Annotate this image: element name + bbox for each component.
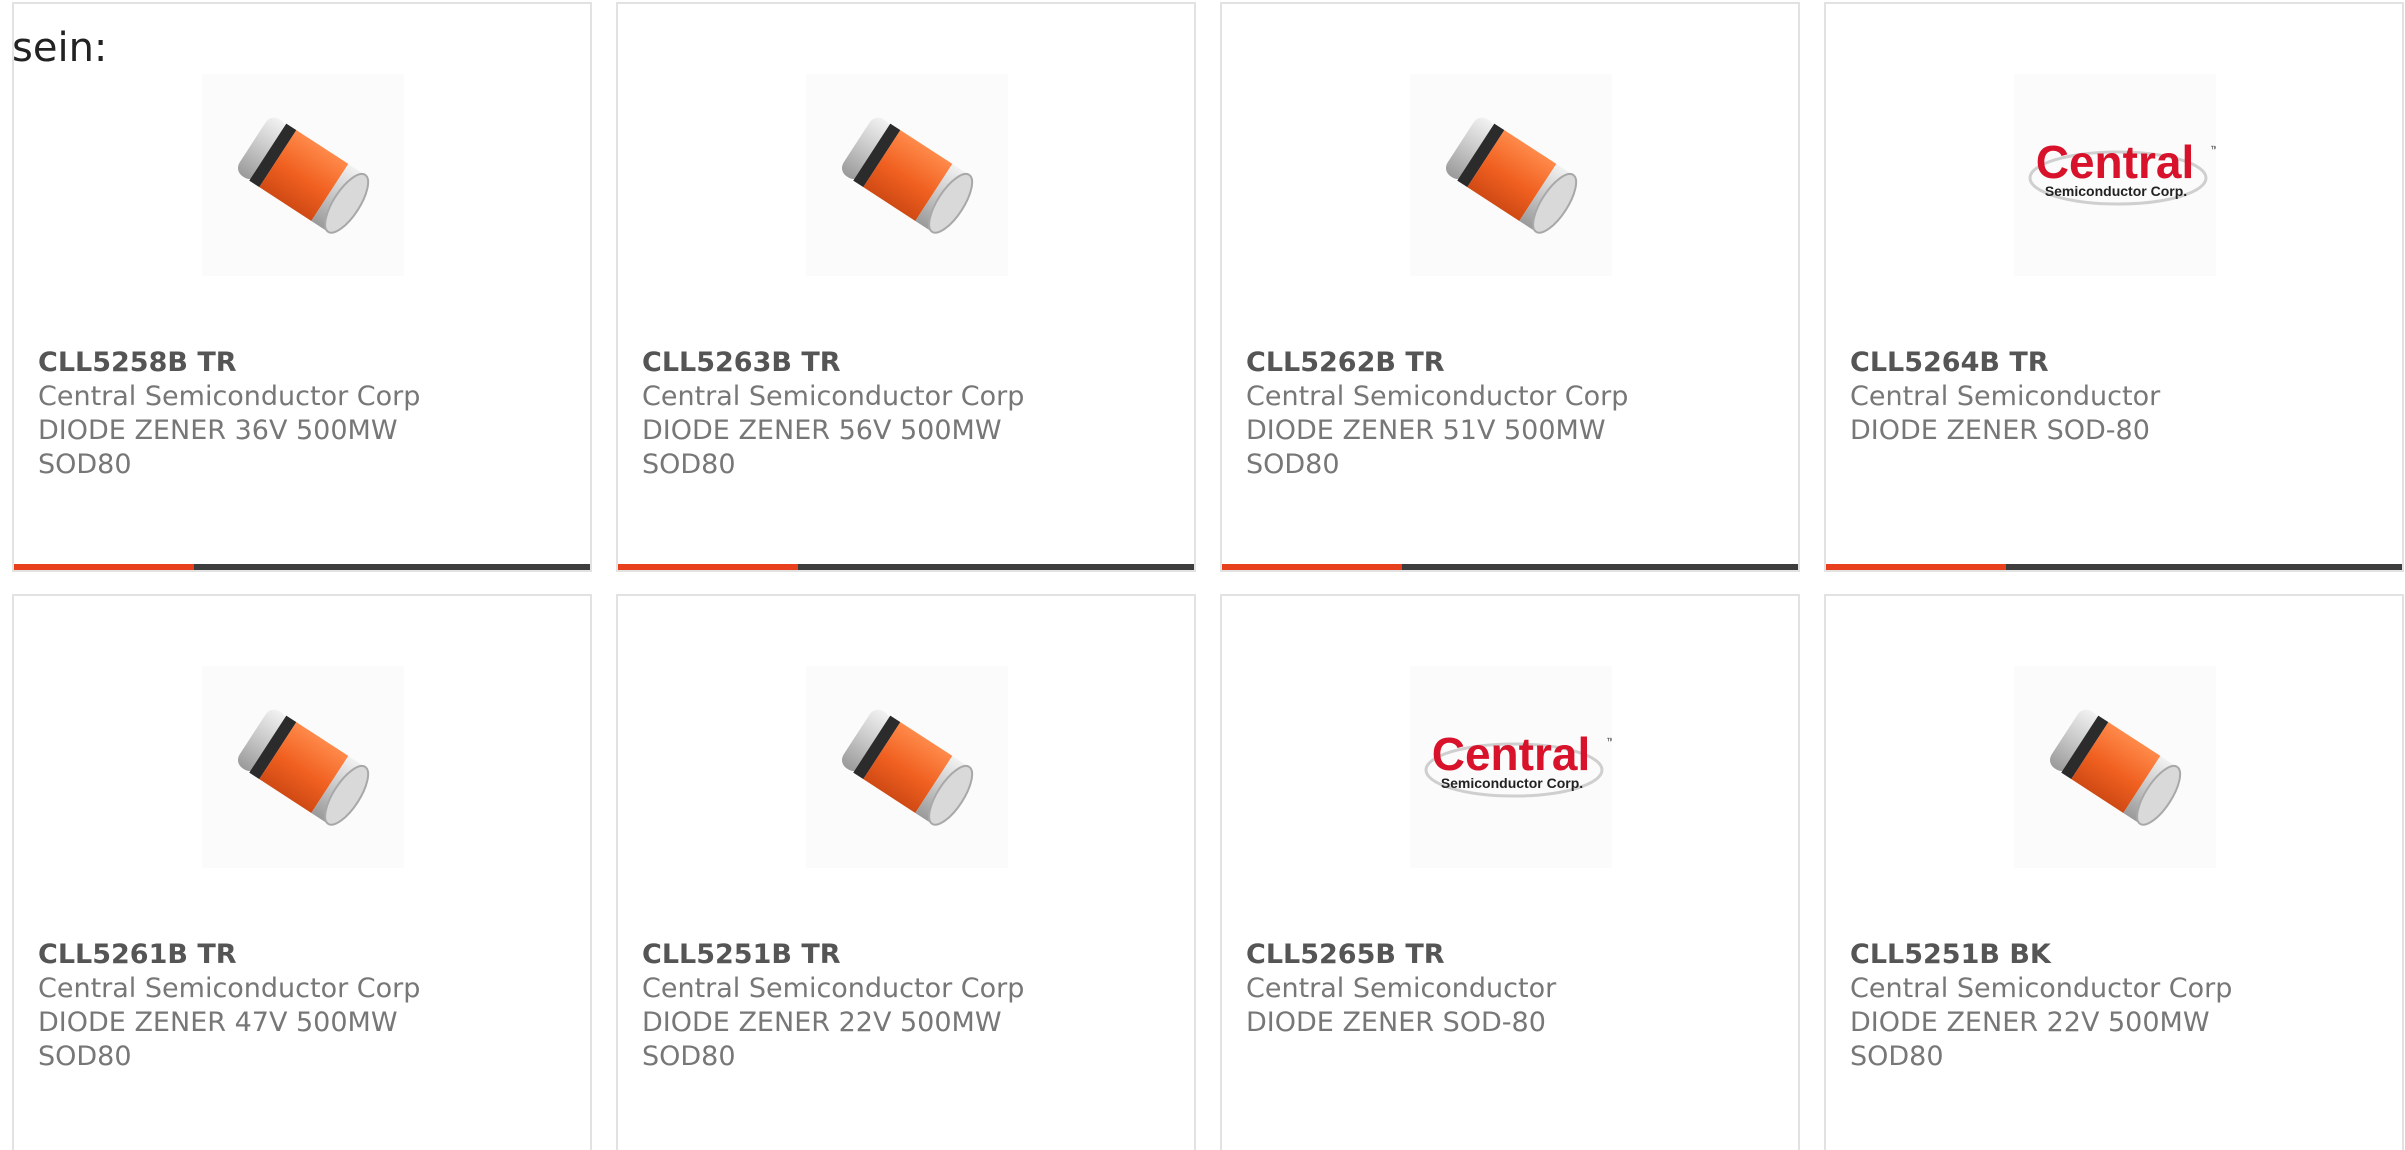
part-number[interactable]: CLL5251B BK	[1850, 938, 2378, 972]
description: DIODE ZENER 22V 500MW SOD80	[642, 1007, 1002, 1072]
svg-text:™: ™	[1606, 736, 1612, 746]
part-number[interactable]: CLL5265B TR	[1246, 938, 1774, 972]
section-heading: sein:	[12, 25, 108, 71]
description: DIODE ZENER 22V 500MW SOD80	[1850, 1007, 2210, 1072]
central-logo: Central ™ Semiconductor Corp.	[2028, 136, 2216, 206]
product-image[interactable]	[1410, 74, 1612, 276]
manufacturer: Central Semiconductor Corp	[642, 381, 1025, 412]
product-card[interactable]: CLL5263B TR Central Semiconductor Corp D…	[616, 2, 1196, 572]
zener-diode-image	[1445, 117, 1578, 234]
card-bottom-bar	[14, 564, 590, 570]
product-info: CLL5264B TR Central Semiconductor DIODE …	[1850, 346, 2378, 448]
product-image[interactable]	[2014, 666, 2216, 868]
manufacturer: Central Semiconductor	[1850, 381, 2161, 412]
part-number[interactable]: CLL5261B TR	[38, 938, 566, 972]
product-image[interactable]	[806, 74, 1008, 276]
product-image[interactable]	[202, 666, 404, 868]
product-info: CLL5265B TR Central Semiconductor DIODE …	[1246, 938, 1774, 1040]
product-image[interactable]	[202, 74, 404, 276]
svg-text:Central: Central	[2036, 136, 2194, 188]
product-card[interactable]: Central ™ Semiconductor Corp. CLL5264B TR …	[1824, 2, 2404, 572]
manufacturer: Central Semiconductor Corp	[642, 973, 1025, 1004]
manufacturer: Central Semiconductor Corp	[38, 973, 421, 1004]
card-bar-accent	[618, 564, 798, 570]
card-bottom-bar	[618, 564, 1194, 570]
zener-diode-image	[841, 709, 974, 826]
part-number[interactable]: CLL5251B TR	[642, 938, 1170, 972]
central-logo: Central ™ Semiconductor Corp.	[1424, 728, 1612, 798]
zener-diode-image	[237, 117, 370, 234]
product-info: CLL5262B TR Central Semiconductor Corp D…	[1246, 346, 1774, 482]
part-number[interactable]: CLL5264B TR	[1850, 346, 2378, 380]
product-card[interactable]: CLL5258B TR Central Semiconductor Corp D…	[12, 2, 592, 572]
zener-diode-image	[237, 709, 370, 826]
manufacturer: Central Semiconductor Corp	[1246, 381, 1629, 412]
svg-text:Semiconductor Corp.: Semiconductor Corp.	[1441, 775, 1583, 791]
card-bar-accent	[1222, 564, 1402, 570]
description: DIODE ZENER 36V 500MW SOD80	[38, 415, 398, 480]
product-image[interactable]: Central ™ Semiconductor Corp.	[2014, 74, 2216, 276]
svg-text:Semiconductor Corp.: Semiconductor Corp.	[2045, 183, 2187, 199]
description: DIODE ZENER SOD-80	[1246, 1007, 1546, 1038]
description: DIODE ZENER SOD-80	[1850, 415, 2150, 446]
part-number[interactable]: CLL5258B TR	[38, 346, 566, 380]
description: DIODE ZENER 47V 500MW SOD80	[38, 1007, 398, 1072]
svg-text:™: ™	[2210, 144, 2216, 154]
zener-diode-image	[2049, 709, 2182, 826]
product-info: CLL5258B TR Central Semiconductor Corp D…	[38, 346, 566, 482]
product-card[interactable]: CLL5251B TR Central Semiconductor Corp D…	[616, 594, 1196, 1150]
product-card[interactable]: Central ™ Semiconductor Corp. CLL5265B TR …	[1220, 594, 1800, 1150]
product-image[interactable]: Central ™ Semiconductor Corp.	[1410, 666, 1612, 868]
product-info: CLL5263B TR Central Semiconductor Corp D…	[642, 346, 1170, 482]
description: DIODE ZENER 51V 500MW SOD80	[1246, 415, 1606, 480]
product-image[interactable]	[806, 666, 1008, 868]
product-info: CLL5251B TR Central Semiconductor Corp D…	[642, 938, 1170, 1074]
product-info: CLL5251B BK Central Semiconductor Corp D…	[1850, 938, 2378, 1074]
product-grid: CLL5258B TR Central Semiconductor Corp D…	[12, 2, 2405, 1150]
product-card[interactable]: CLL5261B TR Central Semiconductor Corp D…	[12, 594, 592, 1150]
product-card[interactable]: CLL5262B TR Central Semiconductor Corp D…	[1220, 2, 1800, 572]
part-number[interactable]: CLL5263B TR	[642, 346, 1170, 380]
card-bottom-bar	[1826, 564, 2402, 570]
manufacturer: Central Semiconductor	[1246, 973, 1557, 1004]
manufacturer: Central Semiconductor Corp	[38, 381, 421, 412]
product-info: CLL5261B TR Central Semiconductor Corp D…	[38, 938, 566, 1074]
part-number[interactable]: CLL5262B TR	[1246, 346, 1774, 380]
zener-diode-image	[841, 117, 974, 234]
product-card[interactable]: CLL5251B BK Central Semiconductor Corp D…	[1824, 594, 2404, 1150]
description: DIODE ZENER 56V 500MW SOD80	[642, 415, 1002, 480]
svg-text:Central: Central	[1432, 728, 1590, 780]
card-bar-accent	[14, 564, 194, 570]
manufacturer: Central Semiconductor Corp	[1850, 973, 2233, 1004]
card-bar-accent	[1826, 564, 2006, 570]
card-bottom-bar	[1222, 564, 1798, 570]
